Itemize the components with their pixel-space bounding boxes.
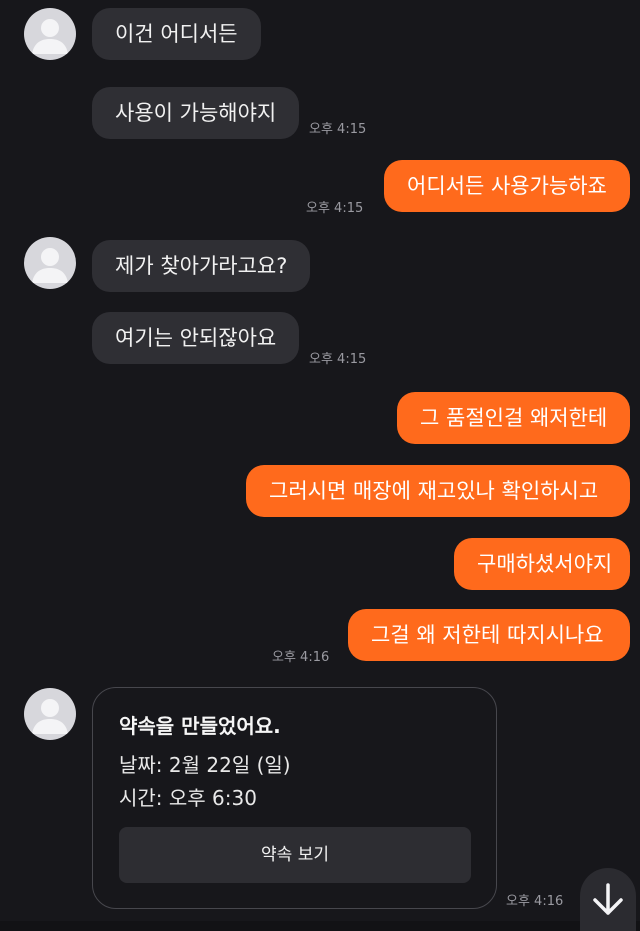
incoming-message[interactable]: 제가 찾아가라고요?	[92, 240, 311, 292]
outgoing-message[interactable]: 그러시면 매장에 재고있나 확인하시고	[246, 465, 630, 517]
arrow-down-icon	[593, 883, 623, 915]
appointment-date: 날짜: 2월 22일 (일)	[119, 753, 291, 777]
outgoing-message[interactable]: 구매하셨서야지	[454, 538, 630, 590]
message-timestamp: 오후 4:15	[309, 122, 367, 137]
user-silhouette-icon	[32, 699, 68, 734]
incoming-message[interactable]: 이건 어디서든	[92, 8, 261, 60]
incoming-message[interactable]: 사용이 가능해야지	[92, 87, 300, 139]
scroll-to-bottom-button[interactable]	[580, 868, 636, 931]
user-silhouette-icon	[32, 248, 68, 283]
sender-avatar[interactable]	[24, 688, 76, 740]
message-timestamp: 오후 4:15	[309, 352, 367, 367]
sender-avatar[interactable]	[24, 237, 76, 289]
appointment-time: 시간: 오후 6:30	[119, 786, 257, 810]
incoming-message[interactable]: 여기는 안되잖아요	[92, 312, 300, 364]
appointment-card: 약속을 만들었어요. 날짜: 2월 22일 (일) 시간: 오후 6:30 약속…	[92, 687, 497, 909]
message-timestamp: 오후 4:16	[506, 894, 564, 909]
bottom-edge	[0, 921, 640, 931]
appointment-title: 약속을 만들었어요.	[119, 714, 281, 738]
user-silhouette-icon	[32, 19, 68, 54]
outgoing-message[interactable]: 어디서든 사용가능하죠	[384, 160, 630, 212]
sender-avatar[interactable]	[24, 8, 76, 60]
message-timestamp: 오후 4:15	[306, 201, 364, 216]
message-timestamp: 오후 4:16	[272, 650, 330, 665]
chat-screen: 이건 어디서든 사용이 가능해야지 오후 4:15 오후 4:15 어디서든 사…	[0, 0, 640, 931]
outgoing-message[interactable]: 그 품절인걸 왜저한테	[397, 392, 630, 444]
outgoing-message[interactable]: 그걸 왜 저한테 따지시나요	[348, 609, 630, 661]
view-appointment-button[interactable]: 약속 보기	[119, 827, 471, 883]
